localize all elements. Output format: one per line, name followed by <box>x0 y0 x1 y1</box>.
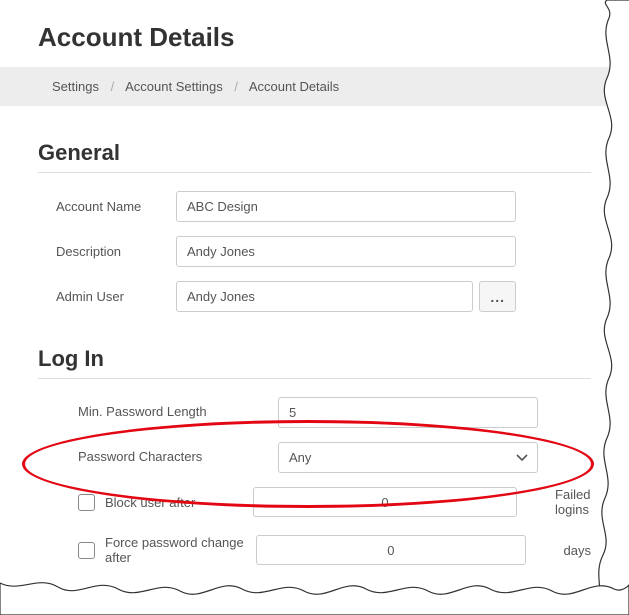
section-divider <box>38 172 591 173</box>
label-password-characters: Password Characters <box>78 442 278 464</box>
label-description: Description <box>56 236 176 261</box>
label-block-user: Block user after <box>105 495 243 510</box>
section-title-login: Log In <box>38 346 591 372</box>
input-description[interactable] <box>176 236 516 267</box>
checkbox-force-password-change[interactable] <box>78 542 95 559</box>
input-account-name[interactable] <box>176 191 516 222</box>
input-admin-user[interactable] <box>176 281 473 312</box>
row-account-name: Account Name <box>38 191 591 222</box>
suffix-days: days <box>564 543 591 558</box>
input-min-password-length[interactable] <box>278 397 538 428</box>
breadcrumb-separator: / <box>111 79 115 94</box>
breadcrumb-account-settings[interactable]: Account Settings <box>125 79 223 94</box>
row-admin-user: Admin User ... <box>38 281 591 312</box>
torn-edge-bottom <box>0 569 629 615</box>
label-min-password-length: Min. Password Length <box>78 397 278 419</box>
breadcrumb: Settings / Account Settings / Account De… <box>0 67 629 106</box>
breadcrumb-account-details[interactable]: Account Details <box>249 79 339 94</box>
row-min-password-length: Min. Password Length <box>38 397 591 428</box>
row-force-password-change: Force password change after days <box>38 535 591 565</box>
label-force-password-change: Force password change after <box>105 535 246 565</box>
breadcrumb-settings[interactable]: Settings <box>52 79 99 94</box>
ellipsis-icon: ... <box>490 289 505 305</box>
input-block-user-count[interactable] <box>253 487 517 517</box>
page-title: Account Details <box>0 0 629 67</box>
suffix-failed-logins: Failed logins <box>555 487 591 517</box>
account-details-page: Account Details Settings / Account Setti… <box>0 0 629 565</box>
row-description: Description <box>38 236 591 267</box>
row-password-characters: Password Characters Any <box>38 442 591 473</box>
admin-user-picker-button[interactable]: ... <box>479 281 516 312</box>
breadcrumb-separator: / <box>234 79 238 94</box>
label-account-name: Account Name <box>56 191 176 216</box>
section-title-general: General <box>38 140 591 166</box>
section-divider <box>38 378 591 379</box>
input-force-change-days[interactable] <box>256 535 525 565</box>
select-password-characters[interactable]: Any <box>278 442 538 473</box>
checkbox-block-user[interactable] <box>78 494 95 511</box>
label-admin-user: Admin User <box>56 281 176 306</box>
row-block-user: Block user after Failed logins <box>38 487 591 517</box>
